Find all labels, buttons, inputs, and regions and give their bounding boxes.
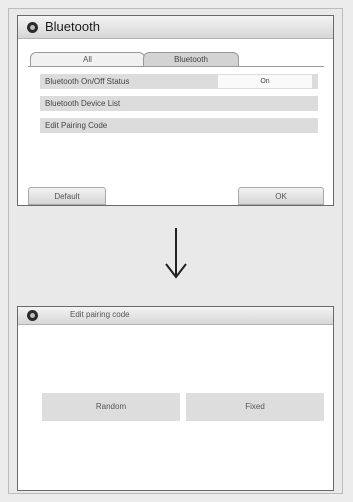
menu-item-device-list[interactable]: Bluetooth Device List — [40, 96, 318, 111]
bluetooth-settings-icon — [27, 310, 38, 321]
bluetooth-settings-screen: Bluetooth All Bluetooth Bluetooth On/Off… — [17, 15, 334, 206]
fixed-button[interactable]: Fixed — [186, 393, 324, 421]
menu-item-bluetooth-status[interactable]: Bluetooth On/Off Status On — [40, 74, 318, 89]
bluetooth-settings-icon — [27, 22, 38, 33]
tab-strip: All Bluetooth — [28, 52, 324, 67]
tab-all[interactable]: All — [30, 52, 145, 66]
menu-item-label: Edit Pairing Code — [45, 121, 108, 130]
tab-bluetooth[interactable]: Bluetooth — [143, 52, 239, 66]
random-button[interactable]: Random — [42, 393, 180, 421]
menu-item-edit-pairing-code[interactable]: Edit Pairing Code — [40, 118, 318, 133]
arrow-down-icon — [165, 228, 187, 279]
title-bar: Edit pairing code — [18, 307, 333, 325]
status-value: On — [218, 75, 312, 88]
ok-button[interactable]: OK — [238, 187, 324, 205]
screen-title: Bluetooth — [45, 19, 100, 34]
menu-item-label: Bluetooth On/Off Status — [45, 77, 130, 86]
title-bar: Bluetooth — [18, 16, 333, 39]
default-button[interactable]: Default — [28, 187, 106, 205]
screen-title: Edit pairing code — [70, 310, 130, 319]
menu-item-label: Bluetooth Device List — [45, 99, 121, 108]
edit-pairing-code-screen: Edit pairing code Random Fixed — [17, 306, 334, 491]
